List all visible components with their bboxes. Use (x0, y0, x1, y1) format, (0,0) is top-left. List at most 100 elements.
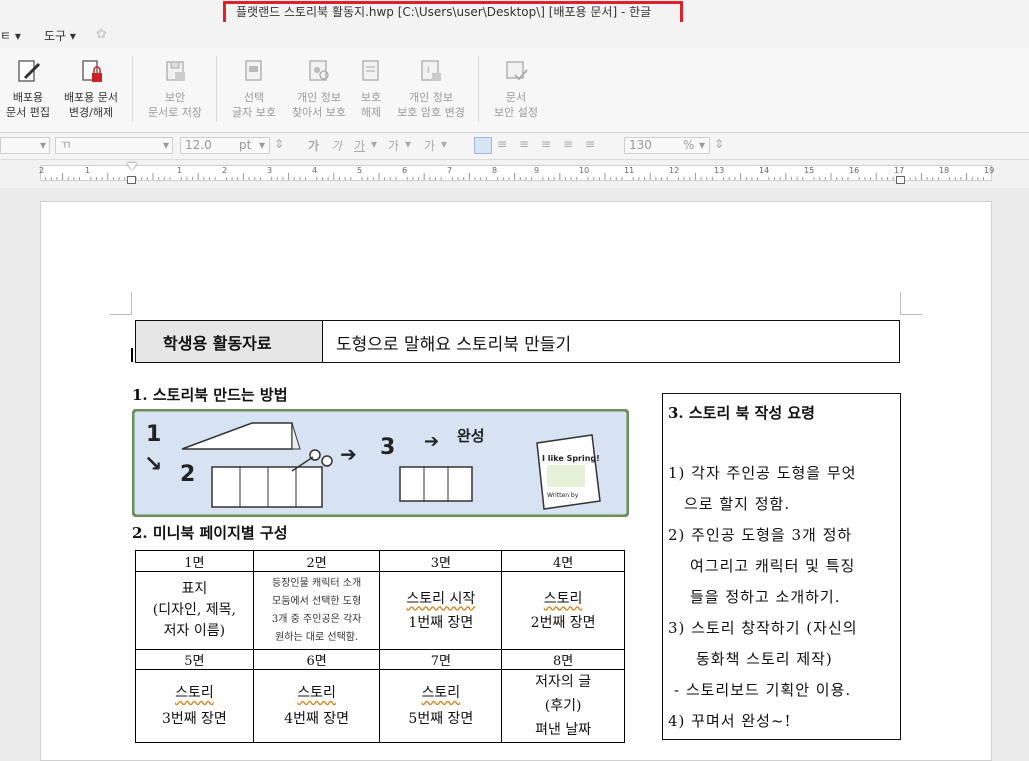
table-header-cell: 4면 (501, 550, 625, 572)
ruler-number: 8 (492, 166, 498, 175)
text-cursor (131, 348, 133, 362)
ribbon-label: 배포용 (12, 91, 44, 104)
italic-icon[interactable]: 가 (331, 137, 342, 154)
storybook-illustration: 1 ↘ 2 ➔ 3 ➔ 완성 I like Spring! Written by (132, 409, 629, 517)
table-cell: 스토리 3번째 장면 (135, 669, 254, 743)
ribbon-label: 배포용 문서 (63, 91, 119, 104)
section3-box: 3. 스토리 북 작성 요령 1) 각자 주인공 도형을 무엇 으로 할지 정함… (662, 393, 901, 740)
cell-line: 스토리 (175, 685, 214, 701)
personal-password-icon: I (421, 60, 441, 81)
strike-icon[interactable]: 가 (388, 137, 399, 154)
ribbon-label: 문서 (505, 91, 527, 104)
ribbon-separator (216, 56, 217, 122)
font-color-icon[interactable]: 가 (424, 137, 435, 154)
section3-line: 여그리고 캐릭터 및 특징 (690, 557, 856, 575)
cell-line: 2번째 장면 (530, 614, 596, 631)
font-color-dropdown-icon[interactable]: ▾ (441, 137, 447, 151)
ruler-number: 4 (312, 166, 318, 175)
menu-item-partial[interactable]: ㅌ ▾ (0, 27, 21, 44)
table-cell: 스토리 2번째 장면 (501, 571, 625, 650)
book-byline: Written by (547, 492, 579, 499)
ruler-number: 7 (447, 166, 453, 175)
bold-icon[interactable]: 가 (308, 137, 319, 154)
ruler-number: 1 (177, 166, 183, 175)
ruler-number: 11 (624, 166, 635, 175)
cell-line: 스토리 (543, 590, 583, 607)
align-right-icon[interactable]: ≡ (541, 137, 551, 151)
align-justify-icon[interactable] (474, 137, 492, 154)
section2-heading: 2. 미니북 페이지별 구성 (132, 524, 288, 542)
font-size-input[interactable]: 12.0 pt ▾ (180, 137, 270, 154)
table-header-cell: 3면 (379, 550, 503, 572)
align-left-icon[interactable]: ≡ (497, 137, 507, 151)
ribbon-label: 문서 편집 (6, 106, 50, 119)
header-label: 학생용 활동자료 (163, 334, 272, 353)
cell-line: 1번째 장면 (408, 614, 474, 631)
ruler-right-marker[interactable] (896, 176, 905, 184)
ruler-number: 13 (714, 166, 725, 175)
cell-line: 펴낸 날짜 (535, 722, 592, 738)
section1-heading: 1. 스토리북 만드는 방법 (132, 386, 288, 404)
align-distribute-icon[interactable]: ≡ (563, 137, 573, 151)
find-personal-info-icon (309, 60, 329, 81)
font-size-stepper[interactable]: ⇕ (274, 137, 284, 151)
protect-selection-button[interactable]: 선택 글자 보호 (226, 58, 282, 120)
release-protection-button[interactable]: 보호 해제 (354, 58, 388, 120)
save-secure-button[interactable]: 보안 문서로 저장 (140, 58, 210, 120)
section3-line: 으로 할지 정함. (684, 495, 791, 513)
table-header-cell: 1면 (135, 550, 254, 572)
done-label: 완성 (457, 427, 485, 445)
ribbon-separator (132, 56, 133, 122)
find-protect-personal-button[interactable]: 개인 정보 찾아서 보호 (286, 58, 352, 120)
section3-line: 2) 주인공 도형을 3개 정하 (668, 526, 853, 544)
font-select[interactable]: ㄲ ▾ (55, 137, 173, 154)
paw-icon: ✿ (96, 27, 107, 42)
ribbon-separator (478, 56, 479, 122)
underline-icon[interactable]: 가 (354, 137, 365, 154)
ribbon-label: 선택 (243, 91, 265, 104)
distribute-edit-button[interactable]: 배포용 문서 편집 (2, 58, 54, 120)
underline-dropdown-icon[interactable]: ▾ (371, 137, 377, 151)
personal-password-button[interactable]: I 개인 정보 보호 암호 변경 (392, 58, 470, 120)
header-title: 도형으로 말해요 스토리북 만들기 (336, 335, 572, 355)
ruler-number: 2 (39, 166, 45, 175)
distribute-change-button[interactable]: 배포용 문서 변경/해제 (58, 58, 124, 120)
ruler-number: 18 (939, 166, 950, 175)
ruler-indent-marker[interactable] (127, 163, 137, 170)
cell-line: 저자 이름) (163, 623, 226, 639)
table-header-cell: 5면 (135, 649, 254, 670)
ruler-number: 2 (222, 166, 228, 175)
cell-line: 4번째 장면 (284, 711, 350, 727)
menu-item-tools[interactable]: 도구 ▾ (44, 27, 76, 44)
ribbon-label: 보안 설정 (494, 106, 538, 119)
style-select[interactable]: ▾ (0, 137, 50, 154)
step3-number: 3 (380, 435, 395, 460)
table-cell: 등장인물 캐릭터 소개 모둠에서 선택한 도형 3개 중 주인공은 각자 원하는… (252, 571, 381, 650)
svg-text:I: I (427, 66, 430, 76)
document-edit-icon (18, 60, 41, 82)
cell-line: 스토리 시작 (406, 590, 476, 607)
ruler-number: 12 (669, 166, 680, 175)
ribbon-label: 보호 암호 변경 (397, 106, 465, 119)
ruler-margin-marker[interactable] (127, 176, 136, 184)
table-cell: 표지 (디자인, 제목, 저자 이름) (135, 571, 254, 650)
cell-line: 원하는 대로 선택함. (275, 631, 359, 643)
unprotect-icon (362, 60, 379, 81)
document-security-icon (506, 61, 528, 81)
zoom-stepper[interactable]: ⇕ (714, 137, 724, 151)
ruler-number: 6 (402, 166, 408, 175)
ruler-number: 15 (804, 166, 815, 175)
document-security-button[interactable]: 문서 보안 설정 (486, 58, 546, 120)
cell-line: 3번째 장면 (161, 711, 227, 727)
zoom-input[interactable]: 130 % ▾ (624, 137, 710, 154)
cell-line: 3개 중 주인공은 각자 (271, 613, 362, 625)
strike-dropdown-icon[interactable]: ▾ (405, 137, 411, 151)
minibook-table: 1면 2면 3면 4면 표지 (디자인, 제목, 저자 이름) 등장인물 캐릭터… (135, 550, 625, 743)
section3-line: 들을 정하고 소개하기. (690, 588, 841, 606)
cell-line: 5번째 장면 (408, 711, 474, 727)
align-divide-icon[interactable]: ≡ (585, 137, 595, 151)
cell-line: 저자의 글 (535, 674, 592, 690)
section3-line: 1) 각자 주인공 도형을 무엇 (668, 464, 857, 482)
table-header-cell: 2면 (252, 550, 381, 572)
align-center-icon[interactable]: ≡ (519, 137, 529, 151)
